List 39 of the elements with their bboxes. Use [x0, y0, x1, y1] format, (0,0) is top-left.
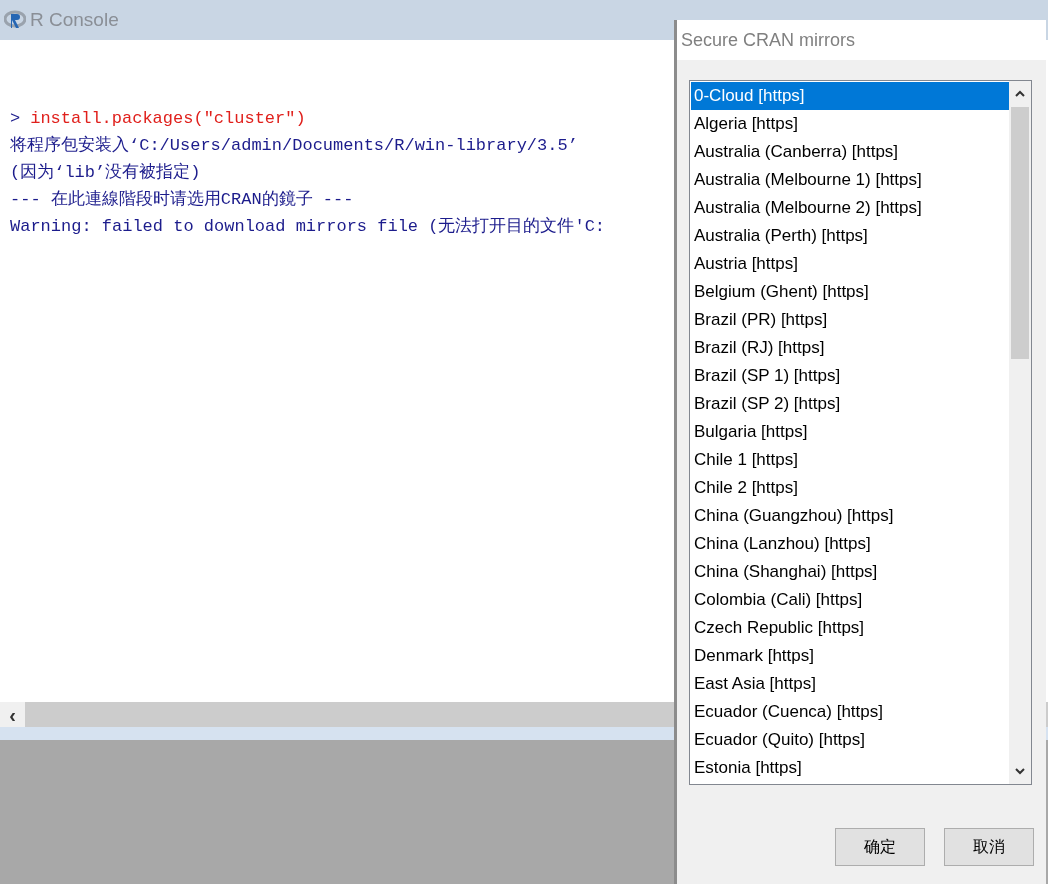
- mirror-item[interactable]: Bulgaria [https]: [691, 418, 1009, 446]
- mirror-item[interactable]: China (Shanghai) [https]: [691, 558, 1009, 586]
- mirror-item[interactable]: Colombia (Cali) [https]: [691, 586, 1009, 614]
- mirror-item[interactable]: Australia (Melbourne 1) [https]: [691, 166, 1009, 194]
- dialog-title: Secure CRAN mirrors: [681, 28, 856, 52]
- dialog-button[interactable]: 确定: [835, 828, 925, 866]
- mirror-item[interactable]: Brazil (SP 1) [https]: [691, 362, 1009, 390]
- mirror-item[interactable]: Brazil (SP 2) [https]: [691, 390, 1009, 418]
- scroll-thumb[interactable]: [1011, 107, 1029, 359]
- r-logo-icon: [4, 10, 26, 30]
- dialog-button[interactable]: 取消: [944, 828, 1034, 866]
- mirror-item[interactable]: Australia (Melbourne 2) [https]: [691, 194, 1009, 222]
- mirror-listbox[interactable]: [689, 80, 1032, 785]
- console-command: install.packages("cluster"): [30, 107, 306, 130]
- mirror-item[interactable]: Australia (Canberra) [https]: [691, 138, 1009, 166]
- mirror-item[interactable]: Chile 1 [https]: [691, 446, 1009, 474]
- mirror-item[interactable]: China (Guangzhou) [https]: [691, 502, 1009, 530]
- mirror-item[interactable]: Estonia [https]: [691, 754, 1009, 782]
- console-prompt: >: [10, 107, 21, 130]
- mirror-item[interactable]: Australia (Perth) [https]: [691, 222, 1009, 250]
- console-output: (因为‘lib’没有被指定): [10, 161, 201, 184]
- mirror-item[interactable]: Chile 2 [https]: [691, 474, 1009, 502]
- mirror-item[interactable]: Ecuador (Quito) [https]: [691, 726, 1009, 754]
- scroll-left-button[interactable]: ‹: [0, 702, 25, 727]
- vertical-scrollbar[interactable]: [1009, 81, 1031, 784]
- console-output: Warning: failed to download mirrors file (无法打开目的文件'C:: [10, 215, 606, 238]
- mirror-item[interactable]: Belgium (Ghent) [https]: [691, 278, 1009, 306]
- mirror-item[interactable]: East Asia [https]: [691, 670, 1009, 698]
- console-output: --- 在此連線階段时请选用CRAN的鏡子 ---: [10, 188, 354, 211]
- mirror-item[interactable]: Austria [https]: [691, 250, 1009, 278]
- mirror-item[interactable]: Brazil (RJ) [https]: [691, 334, 1009, 362]
- mirror-item[interactable]: 0-Cloud [https]: [691, 82, 1009, 110]
- mirror-item[interactable]: Algeria [https]: [691, 110, 1009, 138]
- window-title: R Console: [30, 7, 119, 32]
- mirror-item[interactable]: Denmark [https]: [691, 642, 1009, 670]
- mirror-item[interactable]: China (Lanzhou) [https]: [691, 530, 1009, 558]
- mirror-item[interactable]: Czech Republic [https]: [691, 614, 1009, 642]
- console-output: 将程序包安装入‘C:/Users/admin/Documents/R/win-library/3.5’: [10, 134, 578, 157]
- mirror-item[interactable]: Brazil (PR) [https]: [691, 306, 1009, 334]
